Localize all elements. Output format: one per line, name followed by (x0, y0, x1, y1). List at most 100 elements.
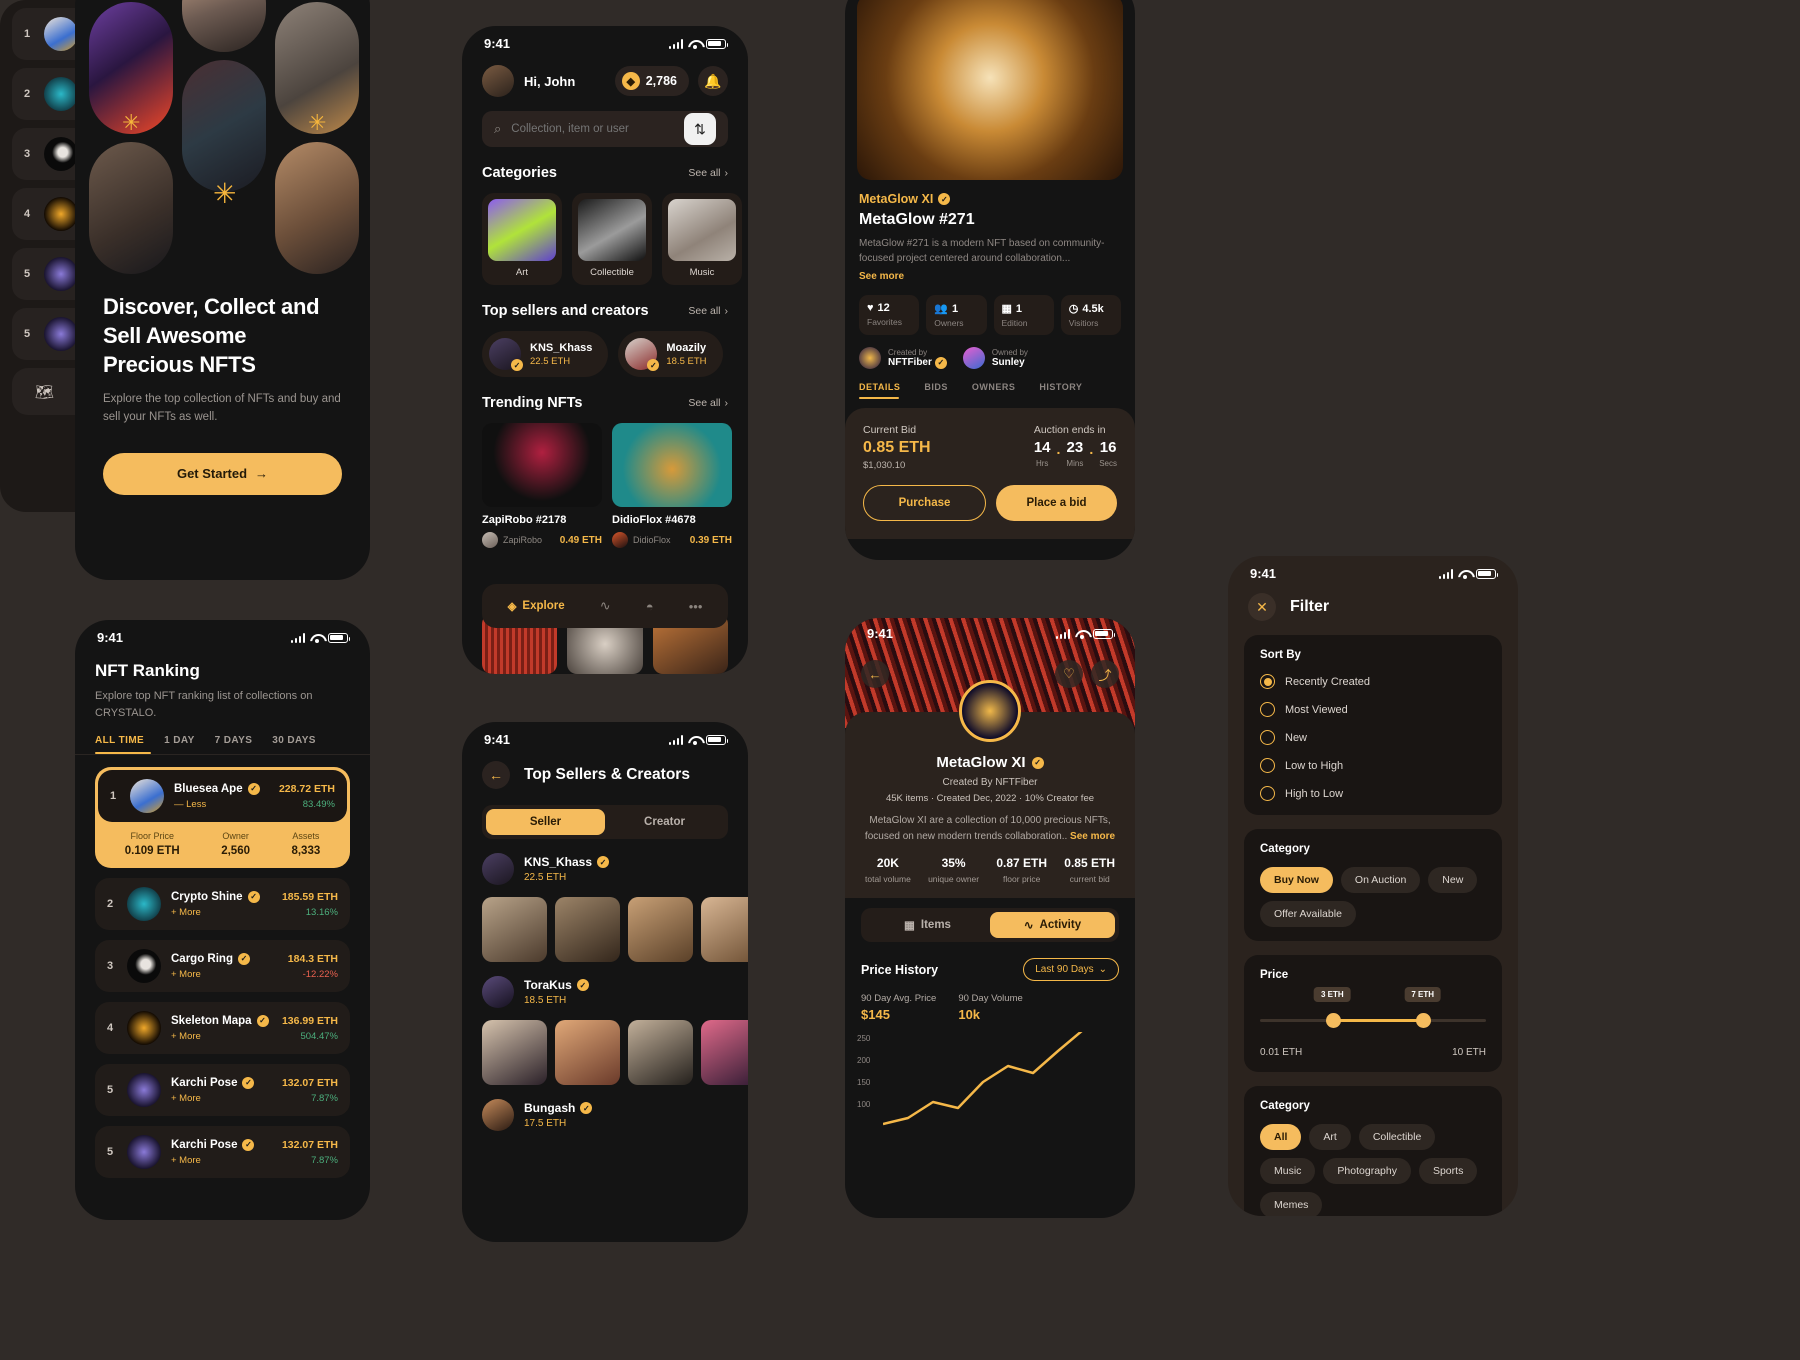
tab-history[interactable]: HISTORY (1039, 382, 1082, 392)
collection-name-row[interactable]: MetaGlow XI (859, 192, 1121, 206)
chip-on-auction[interactable]: On Auction (1340, 867, 1421, 893)
tab-more[interactable]: ••• (689, 599, 703, 614)
tab-details[interactable]: DETAILS (859, 382, 900, 392)
get-started-button[interactable]: Get Started → (103, 452, 342, 495)
share-icon[interactable]: ⤴ (1091, 660, 1119, 688)
people-icon: 👥 (934, 303, 948, 315)
sort-option-low-to-high[interactable]: Low to High (1260, 758, 1486, 773)
place-bid-button[interactable]: Place a bid (996, 485, 1117, 521)
close-icon[interactable]: ✕ (1248, 593, 1276, 621)
more-toggle[interactable]: + More (171, 1031, 272, 1042)
seller-chip[interactable]: KNS_Khass 22.5 ETH (482, 331, 609, 377)
chip-sports[interactable]: Sports (1418, 1158, 1478, 1184)
more-toggle[interactable]: + More (171, 969, 278, 980)
nft-thumbnail[interactable] (89, 142, 173, 274)
price-range-slider[interactable]: 3 ETH 7 ETH (1260, 987, 1486, 1041)
less-toggle[interactable]: — Less (174, 799, 269, 810)
chip-art[interactable]: Art (1309, 1124, 1351, 1150)
slider-knob-min[interactable] (1325, 1013, 1341, 1028)
chip-memes[interactable]: Memes (1260, 1192, 1323, 1216)
search-input[interactable] (511, 123, 674, 135)
tab-all-time[interactable]: ALL TIME (95, 735, 144, 746)
avatar[interactable] (482, 853, 514, 885)
tab-explore[interactable]: ◈ Explore (508, 599, 565, 613)
sort-option-recently-created[interactable]: Recently Created (1260, 674, 1486, 689)
stat-label: Floor Price (130, 831, 174, 841)
favorite-heart-icon[interactable]: ♡ (1055, 660, 1083, 688)
more-toggle[interactable]: + More (171, 1093, 272, 1104)
table-row[interactable]: 5 Karchi Pose + More 132.07 ETH 7.87% (95, 1064, 350, 1116)
category-card[interactable]: Music (662, 193, 742, 285)
chip-offer-available[interactable]: Offer Available (1260, 901, 1356, 927)
see-more-link[interactable]: See more (1070, 831, 1115, 842)
category-card[interactable]: Art (482, 193, 562, 285)
search-bar[interactable]: ⌕ ⇅ (482, 111, 728, 147)
back-button[interactable]: ← (482, 761, 510, 789)
seller-chip[interactable]: Moazily 18.5 ETH (618, 331, 723, 377)
filter-screen: 9:41 ✕ Filter Sort By Recently Created M… (1228, 556, 1518, 1216)
avatar (127, 887, 161, 921)
nft-thumbnail[interactable] (701, 897, 748, 962)
segment-seller[interactable]: Seller (486, 809, 605, 835)
range-dropdown[interactable]: Last 90 Days ⌄ (1023, 958, 1119, 981)
avatar[interactable] (482, 976, 514, 1008)
sort-option-new[interactable]: New (1260, 730, 1486, 745)
verified-badge-icon (938, 193, 951, 205)
notification-bell-icon[interactable]: 🔔 (698, 66, 728, 96)
table-row[interactable]: 2 Crypto Shine + More 185.59 ETH 13.16% (95, 878, 350, 930)
tab-7-days[interactable]: 7 DAYS (215, 735, 253, 746)
nft-thumbnail[interactable] (628, 897, 693, 962)
sort-option-high-to-low[interactable]: High to Low (1260, 786, 1486, 801)
nft-card[interactable]: ZapiRobo #2178 ZapiRobo 0.49 ETH (482, 423, 602, 548)
nft-thumbnail[interactable] (628, 1020, 693, 1085)
chip-music[interactable]: Music (1260, 1158, 1316, 1184)
table-row[interactable]: 4 Skeleton Mapa + More 136.99 ETH 504.47… (95, 1002, 350, 1054)
chip-buy-now[interactable]: Buy Now (1260, 867, 1333, 893)
creator-info[interactable]: Created by NFTFiber (859, 347, 947, 369)
categories-see-all[interactable]: See all › (688, 167, 728, 179)
category-image (488, 199, 556, 261)
purchase-button[interactable]: Purchase (863, 485, 986, 521)
back-button[interactable]: ← (861, 660, 889, 688)
map-icon[interactable]: 🗺 (35, 383, 54, 401)
chip-all[interactable]: All (1260, 1124, 1302, 1150)
tab-profile[interactable]: ◓ (646, 599, 654, 614)
nft-thumbnail[interactable] (482, 897, 547, 962)
more-toggle[interactable]: + More (171, 907, 272, 918)
slider-knob-max[interactable] (1415, 1013, 1431, 1028)
segment-activity[interactable]: ∿ Activity (990, 912, 1115, 938)
nft-thumbnail[interactable] (555, 1020, 620, 1085)
tab-bids[interactable]: BIDS (924, 382, 948, 392)
featured-ranking-card[interactable]: 1 Bluesea Ape — Less 228.72 ETH 83.49% F… (95, 767, 350, 868)
chip-collectible[interactable]: Collectible (1358, 1124, 1436, 1150)
nft-thumbnail[interactable] (275, 142, 359, 274)
nft-thumbnail[interactable] (182, 60, 266, 192)
tab-1-day[interactable]: 1 DAY (164, 735, 195, 746)
nft-thumbnail[interactable] (701, 1020, 748, 1085)
tab-activity[interactable]: ∿ (600, 598, 611, 614)
nft-thumbnail[interactable] (482, 1020, 547, 1085)
segment-items[interactable]: ▦ Items (865, 912, 990, 938)
owner-info[interactable]: Owned by Sunley (962, 347, 1028, 369)
tab-owners[interactable]: OWNERS (972, 382, 1016, 392)
chip-photography[interactable]: Photography (1323, 1158, 1411, 1184)
filter-icon[interactable]: ⇅ (684, 113, 716, 145)
chip-new[interactable]: New (1428, 867, 1478, 893)
nft-thumbnail[interactable] (182, 0, 266, 52)
tab-30-days[interactable]: 30 DAYS (272, 735, 316, 746)
avatar[interactable] (482, 65, 514, 97)
nft-thumbnail[interactable] (555, 897, 620, 962)
sort-option-most-viewed[interactable]: Most Viewed (1260, 702, 1486, 717)
trending-see-all[interactable]: See all › (688, 397, 728, 409)
table-row[interactable]: 5 Karchi Pose + More 132.07 ETH 7.87% (95, 1126, 350, 1178)
category-card[interactable]: Collectible (572, 193, 652, 285)
see-more-link[interactable]: See more (859, 271, 904, 282)
more-toggle[interactable]: + More (171, 1155, 272, 1166)
nft-card[interactable]: DidioFlox #4678 DidioFlox 0.39 ETH (612, 423, 732, 548)
coin-balance[interactable]: ◆ 2,786 (614, 66, 689, 96)
battery-icon (328, 632, 350, 643)
avatar[interactable] (482, 1099, 514, 1131)
segment-creator[interactable]: Creator (605, 809, 724, 835)
table-row[interactable]: 3 Cargo Ring + More 184.3 ETH -12.22% (95, 940, 350, 992)
sellers-see-all[interactable]: See all › (688, 305, 728, 317)
